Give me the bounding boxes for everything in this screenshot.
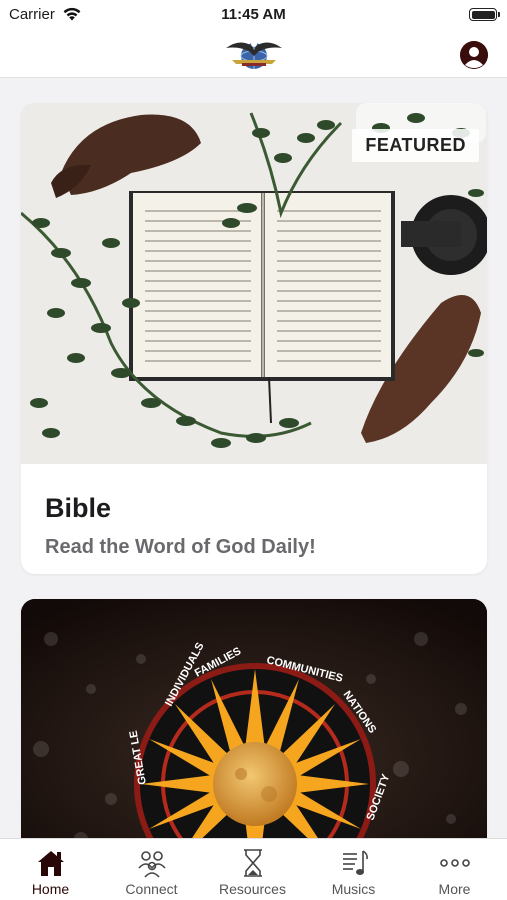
- card-title: Bible: [45, 493, 112, 523]
- tab-musics[interactable]: Musics: [303, 839, 404, 900]
- nav-header: [0, 30, 507, 78]
- featured-badge: FEATURED: [352, 129, 479, 162]
- tab-resources[interactable]: Resources: [202, 839, 303, 900]
- globe-eagle-logo: [222, 32, 286, 79]
- tab-resources-label: Resources: [219, 881, 286, 897]
- emblem-card[interactable]: INDIVIDUALS FAMILIES COMMUNITIES NATIONS…: [21, 599, 487, 859]
- profile-icon: [460, 41, 488, 69]
- music-notes-icon: [342, 850, 368, 875]
- tab-bar: Home Connect Resources Musics More: [0, 838, 507, 900]
- battery-icon: [469, 8, 500, 21]
- bible-card[interactable]: FEATURED Bible Read the Word of God Dail…: [21, 103, 487, 574]
- tab-connect[interactable]: Connect: [101, 839, 202, 900]
- profile-button[interactable]: [460, 41, 488, 69]
- tab-more-label: More: [438, 881, 471, 897]
- tab-connect-label: Connect: [125, 881, 178, 897]
- card-subtitle: Read the Word of God Daily!: [45, 536, 316, 558]
- people-icon: [137, 851, 166, 878]
- status-time: 11:45 AM: [221, 6, 286, 23]
- sun-emblem-photo: INDIVIDUALS FAMILIES COMMUNITIES NATIONS…: [21, 599, 487, 859]
- tab-musics-label: Musics: [331, 881, 376, 897]
- hourglass-icon: [243, 849, 262, 877]
- tab-home[interactable]: Home: [0, 839, 101, 900]
- home-icon: [37, 851, 64, 876]
- status-bar: Carrier 11:45 AM: [0, 0, 507, 30]
- open-bible-with-plants-photo: FEATURED: [21, 103, 487, 464]
- tab-more[interactable]: More: [404, 839, 505, 900]
- more-dots-icon: [439, 859, 470, 867]
- tab-home-label: Home: [31, 881, 70, 897]
